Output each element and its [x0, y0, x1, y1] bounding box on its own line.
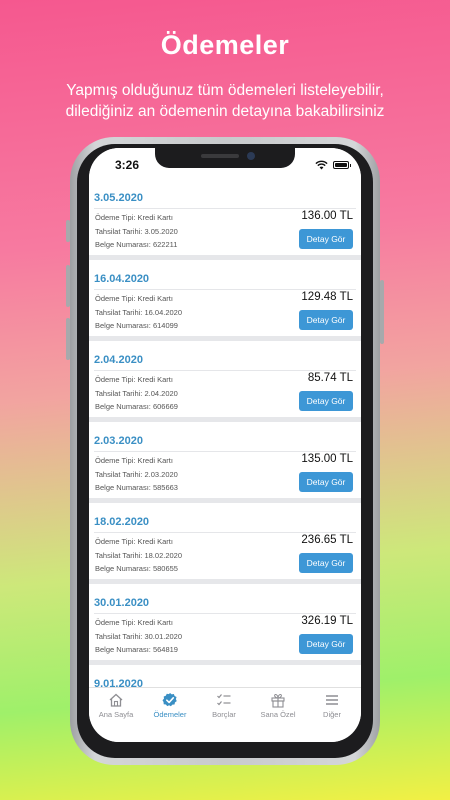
- detail-button[interactable]: Detay Gör: [299, 310, 353, 330]
- payment-details: Ödeme Tipi: Kredi Kartı Tahsilat Tarihi:…: [95, 616, 182, 657]
- hero-subtitle: Yapmış olduğunuz tüm ödemeleri listeleye…: [0, 80, 450, 122]
- detail-button[interactable]: Detay Gör: [299, 553, 353, 573]
- phone-volume-up: [66, 265, 70, 307]
- payment-amount: 236.65 TL: [301, 534, 353, 546]
- payment-date: 16.04.2020: [94, 273, 150, 285]
- hero-title: Ödemeler: [160, 30, 290, 60]
- payment-date: 2.04.2020: [94, 354, 143, 366]
- payment-collection-date: Tahsilat Tarihi: 18.02.2020: [95, 550, 183, 560]
- detail-button[interactable]: Detay Gör: [299, 634, 353, 654]
- payment-type: Ödeme Tipi: Kredi Kartı: [95, 213, 173, 222]
- status-bar: 3:26: [89, 148, 361, 182]
- payment-type: Ödeme Tipi: Kredi Kartı: [95, 456, 173, 465]
- phone-screen: 3.05.2020 Ödeme Tipi: Kredi Kartı Tahsil…: [89, 148, 361, 742]
- status-time: 3:26: [115, 158, 140, 172]
- payment-amount: 129.48 TL: [301, 291, 353, 303]
- menu-icon: [326, 695, 338, 705]
- payment-date: 2.03.2020: [94, 435, 143, 447]
- phone-volume-down: [66, 318, 70, 360]
- detail-button[interactable]: Detay Gör: [299, 229, 353, 249]
- tab-diger[interactable]: Diğer: [305, 692, 359, 719]
- payment-document-number: Belge Numarası: 580655: [95, 564, 178, 573]
- payment-details: Ödeme Tipi: Kredi Kartı Tahsilat Tarihi:…: [95, 454, 178, 495]
- tab-sana-ozel[interactable]: Sana Özel: [251, 692, 305, 719]
- payment-document-number: Belge Numarası: 564819: [95, 645, 178, 654]
- tab-borclar[interactable]: Borçlar: [197, 692, 251, 719]
- payment-type: Ödeme Tipi: Kredi Kartı: [95, 375, 173, 384]
- payment-card: 16.04.2020 Ödeme Tipi: Kredi Kartı Tahsi…: [89, 260, 361, 336]
- payment-type: Ödeme Tipi: Kredi Kartı: [95, 294, 173, 303]
- payment-amount: 136.00 TL: [301, 210, 353, 222]
- detail-button[interactable]: Detay Gör: [299, 391, 353, 411]
- check-badge-icon: [162, 692, 177, 707]
- earpiece-speaker: [201, 154, 239, 158]
- payment-document-number: Belge Numarası: 622211: [95, 240, 178, 249]
- payment-card-partial: 9.01.2020: [89, 665, 361, 687]
- payment-card: 3.05.2020 Ödeme Tipi: Kredi Kartı Tahsil…: [89, 182, 361, 255]
- gift-icon: [271, 693, 285, 708]
- payment-details: Ödeme Tipi: Kredi Kartı Tahsilat Tarihi:…: [95, 211, 178, 252]
- payment-type: Ödeme Tipi: Kredi Kartı: [95, 537, 173, 546]
- payment-details: Ödeme Tipi: Kredi Kartı Tahsilat Tarihi:…: [95, 535, 182, 576]
- payment-document-number: Belge Numarası: 585663: [95, 483, 178, 492]
- bottom-tab-bar: Ana Sayfa Ödemeler Borçlar Sana Özel Diğ…: [89, 687, 361, 742]
- wifi-icon: [315, 160, 328, 170]
- payment-type: Ödeme Tipi: Kredi Kartı: [95, 618, 173, 627]
- payment-collection-date: Tahsilat Tarihi: 30.01.2020: [95, 631, 183, 641]
- payment-date: 18.02.2020: [94, 516, 150, 528]
- payment-collection-date: Tahsilat Tarihi: 3.05.2020: [95, 226, 178, 236]
- checklist-icon: [217, 694, 231, 706]
- front-camera: [247, 152, 255, 160]
- tab-label: Ödemeler: [153, 710, 187, 719]
- payment-card: 18.02.2020 Ödeme Tipi: Kredi Kartı Tahsi…: [89, 503, 361, 579]
- payment-card: 30.01.2020 Ödeme Tipi: Kredi Kartı Tahsi…: [89, 584, 361, 660]
- payment-body: Ödeme Tipi: Kredi Kartı Tahsilat Tarihi:…: [89, 614, 361, 660]
- payment-date: 9.01.2020: [94, 678, 143, 687]
- payment-body: Ödeme Tipi: Kredi Kartı Tahsilat Tarihi:…: [89, 533, 361, 579]
- payment-amount: 85.74 TL: [307, 372, 353, 384]
- payment-document-number: Belge Numarası: 606669: [95, 402, 178, 411]
- battery-level: [335, 163, 347, 167]
- payment-amount: 135.00 TL: [301, 453, 353, 465]
- tab-label: Sana Özel: [260, 710, 296, 719]
- hero-subtitle-line-2: dilediğiniz an ödemenin detayına bakabil…: [65, 103, 385, 120]
- payment-date: 3.05.2020: [94, 192, 143, 204]
- phone-mute-switch: [66, 220, 70, 242]
- payment-collection-date: Tahsilat Tarihi: 2.03.2020: [95, 469, 178, 479]
- payment-collection-date: Tahsilat Tarihi: 16.04.2020: [95, 307, 183, 317]
- tab-ana-sayfa[interactable]: Ana Sayfa: [89, 692, 143, 719]
- tab-odemeler[interactable]: Ödemeler: [143, 692, 197, 719]
- payment-card: 2.03.2020 Ödeme Tipi: Kredi Kartı Tahsil…: [89, 422, 361, 498]
- hero-subtitle-line-1: Yapmış olduğunuz tüm ödemeleri listeleye…: [66, 82, 384, 99]
- payment-card: 2.04.2020 Ödeme Tipi: Kredi Kartı Tahsil…: [89, 341, 361, 417]
- payment-details: Ödeme Tipi: Kredi Kartı Tahsilat Tarihi:…: [95, 373, 178, 414]
- payment-body: Ödeme Tipi: Kredi Kartı Tahsilat Tarihi:…: [89, 371, 361, 417]
- phone-power-button: [380, 280, 384, 344]
- home-icon: [109, 693, 123, 707]
- payment-details: Ödeme Tipi: Kredi Kartı Tahsilat Tarihi:…: [95, 292, 182, 333]
- payments-list-content: 3.05.2020 Ödeme Tipi: Kredi Kartı Tahsil…: [89, 182, 361, 687]
- tab-label: Diğer: [323, 710, 341, 719]
- detail-button[interactable]: Detay Gör: [299, 472, 353, 492]
- payment-collection-date: Tahsilat Tarihi: 2.04.2020: [95, 388, 178, 398]
- battery-icon: [333, 161, 351, 169]
- payments-list[interactable]: 3.05.2020 Ödeme Tipi: Kredi Kartı Tahsil…: [89, 182, 361, 687]
- tab-label: Borçlar: [212, 710, 236, 719]
- payment-body: Ödeme Tipi: Kredi Kartı Tahsilat Tarihi:…: [89, 452, 361, 498]
- tab-label: Ana Sayfa: [98, 710, 134, 719]
- payment-amount: 326.19 TL: [301, 615, 353, 627]
- payment-body: Ödeme Tipi: Kredi Kartı Tahsilat Tarihi:…: [89, 209, 361, 255]
- phone-notch: [155, 148, 295, 168]
- payment-body: Ödeme Tipi: Kredi Kartı Tahsilat Tarihi:…: [89, 290, 361, 336]
- payment-document-number: Belge Numarası: 614099: [95, 321, 178, 330]
- payment-date: 30.01.2020: [94, 597, 150, 609]
